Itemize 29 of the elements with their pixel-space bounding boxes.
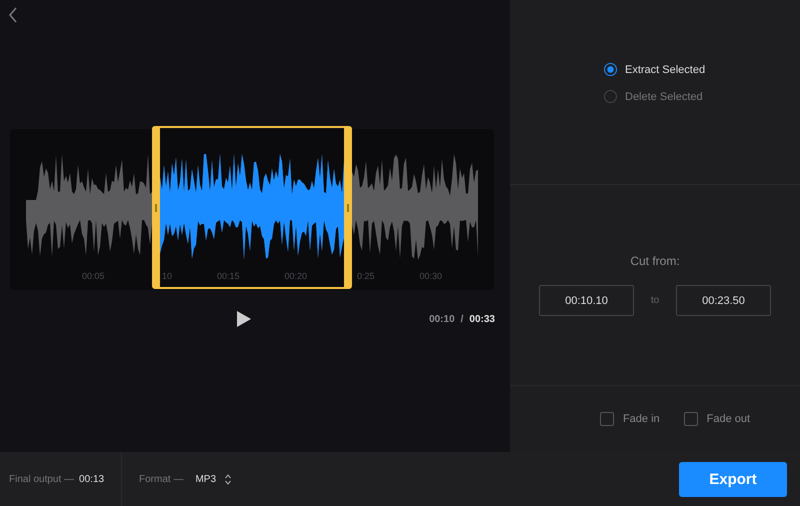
checkbox[interactable] bbox=[600, 412, 614, 426]
timeline-tick-label: 00:20 bbox=[284, 271, 307, 281]
timeline-tick-label: 00:30 bbox=[419, 271, 442, 281]
end-time-field[interactable]: 00:23.50 bbox=[676, 285, 771, 316]
timeline-tick-label: 00:05 bbox=[82, 271, 104, 281]
cut-label: Cut from: bbox=[630, 254, 680, 268]
checkbox-label[interactable]: Fade in bbox=[622, 413, 660, 425]
play-icon[interactable] bbox=[236, 310, 252, 328]
trim-handle[interactable] bbox=[155, 204, 157, 212]
format-select[interactable]: MP3 bbox=[195, 474, 232, 484]
timeline-tick-label: 0:25 bbox=[356, 271, 374, 281]
checkbox-label[interactable]: Fade out bbox=[706, 413, 750, 425]
back-icon[interactable] bbox=[8, 7, 18, 23]
start-time-field[interactable]: 00:10.10 bbox=[539, 285, 634, 316]
timeline-tick-label: 10 bbox=[162, 271, 172, 281]
current-time: 00:10 bbox=[429, 314, 455, 325]
mode-radio-option[interactable]: Delete Selected bbox=[604, 90, 703, 103]
output-label: Final output — bbox=[9, 474, 74, 484]
total-time: 00:33 bbox=[469, 314, 495, 325]
format-label: Format — bbox=[139, 474, 184, 484]
sort-icon bbox=[225, 474, 232, 484]
checkbox[interactable] bbox=[684, 412, 698, 426]
mode-radio-option[interactable]: Extract Selected bbox=[604, 63, 706, 76]
selection-frame[interactable] bbox=[152, 126, 352, 289]
range-separator: to bbox=[650, 295, 660, 306]
trim-handle[interactable] bbox=[347, 204, 349, 212]
output-duration: 00:13 bbox=[79, 474, 104, 484]
time-separator: / bbox=[460, 314, 464, 325]
timeline-tick-label: 00:15 bbox=[216, 271, 240, 281]
